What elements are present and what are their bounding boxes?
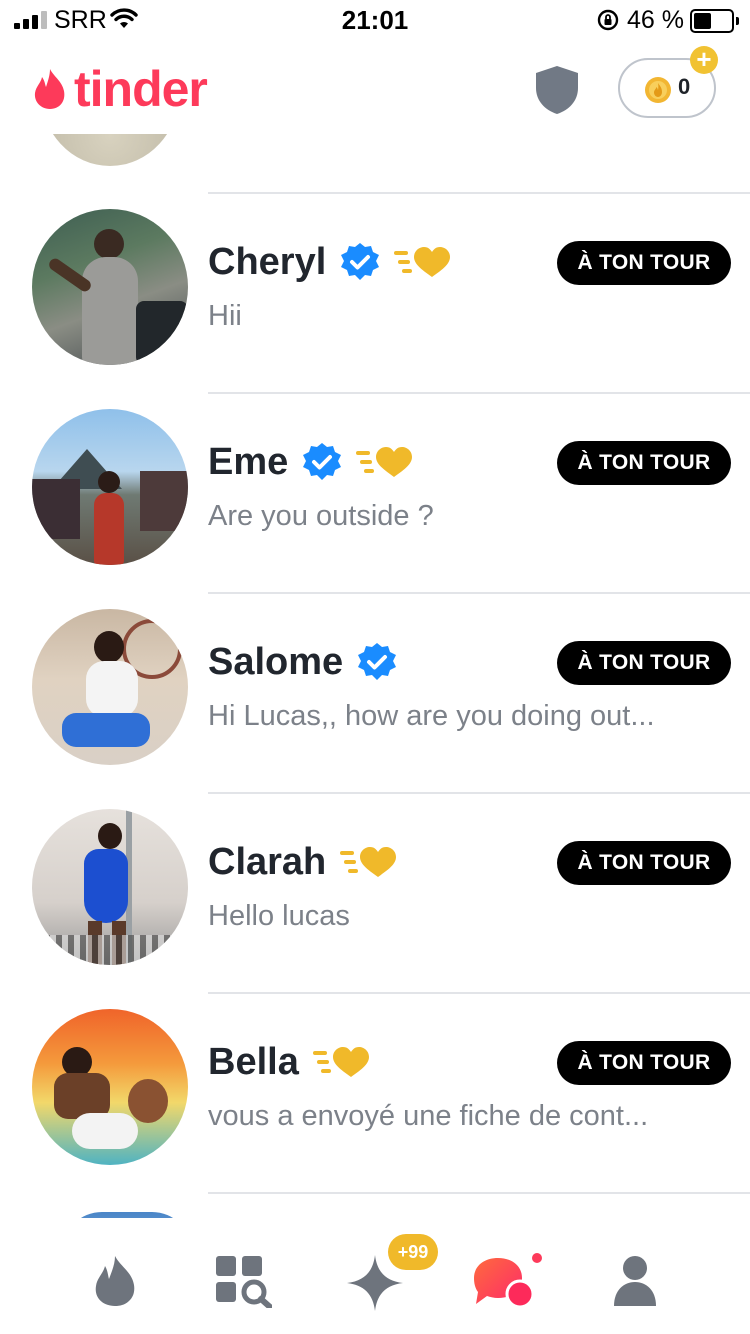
name-line: Bella [208,1036,371,1088]
name-line: Cheryl [208,236,452,288]
coin-count: 0 [678,74,691,99]
chat-bubbles-icon[interactable] [470,1254,536,1310]
safety-shield-icon[interactable] [534,64,580,116]
flame-icon[interactable] [92,1254,138,1308]
profile-icon[interactable] [612,1254,658,1308]
app-header: tinder 0 + [0,42,750,134]
message-list[interactable]: Cheryl À TON TOUR Hii Eme À TON TOUR Are… [0,134,750,1218]
match-name: Clarah [208,841,327,883]
super-like-heart-icon [356,447,413,477]
avatar[interactable] [40,134,180,166]
your-turn-badge: À TON TOUR [557,1041,731,1085]
match-name: Salome [208,641,344,683]
conversation-row-bella[interactable]: Bella À TON TOUR vous a envoyé une fiche… [0,992,750,1192]
match-name: Eme [208,441,289,483]
conversation-row-cheryl[interactable]: Cheryl À TON TOUR Hii [0,192,750,392]
status-bar: SRR 21:01 46 % [0,0,750,42]
conversation-row-clarah[interactable]: Clarah À TON TOUR Hello lucas [0,792,750,992]
avatar[interactable] [32,209,188,365]
your-turn-badge: À TON TOUR [557,841,731,885]
flame-logo-icon [34,69,65,109]
divider [208,192,750,194]
avatar[interactable] [32,409,188,565]
add-coins-plus-icon[interactable]: + [690,46,718,74]
tinder-logo[interactable]: tinder [32,61,208,117]
name-line: Salome [208,636,397,688]
avatar[interactable] [32,609,188,765]
divider [208,1192,750,1194]
new-message-dot [532,1253,542,1263]
last-message: vous a envoyé une fiche de cont... [208,1100,649,1132]
last-message: Hi Lucas,, how are you doing out... [208,700,655,732]
last-message: Hii [208,300,242,332]
your-turn-badge: À TON TOUR [557,241,731,285]
brand-name: tinder [74,61,208,117]
likes-count-badge: +99 [388,1234,438,1270]
verified-badge-icon [341,243,380,280]
orientation-lock-icon [597,9,619,31]
match-name: Bella [208,1041,299,1083]
divider [208,392,750,394]
conversation-row-salome[interactable]: Salome À TON TOUR Hi Lucas,, how are you… [0,592,750,792]
super-like-heart-icon [394,247,451,277]
bottom-tab-bar [0,1218,750,1334]
last-message: Hello lucas [208,900,350,932]
divider [208,992,750,994]
name-line: Clarah [208,836,398,888]
your-turn-badge: À TON TOUR [557,441,731,485]
super-like-heart-icon [340,847,397,877]
divider [208,792,750,794]
conversation-row-eme[interactable]: Eme À TON TOUR Are you outside ? [0,392,750,592]
verified-badge-icon [303,443,342,480]
avatar[interactable] [32,809,188,965]
super-like-heart-icon [312,1047,369,1077]
divider [208,592,750,594]
coin-icon [645,77,671,103]
verified-badge-icon [358,643,397,680]
avatar[interactable] [32,1009,188,1165]
battery-percent: 46 % [627,6,684,34]
explore-icon[interactable] [216,1254,272,1308]
your-turn-badge: À TON TOUR [557,641,731,685]
battery-icon [690,9,739,33]
last-message: Are you outside ? [208,500,434,532]
match-name: Cheryl [208,241,327,283]
name-line: Eme [208,436,414,488]
